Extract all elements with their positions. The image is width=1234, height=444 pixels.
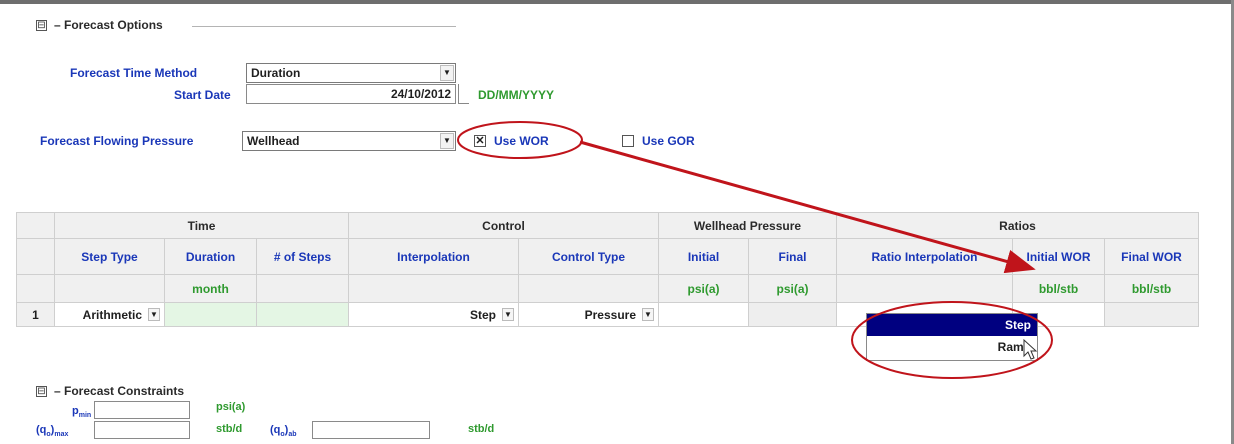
title-dash: – [54,18,65,32]
forecast-constraints-collapse-button[interactable]: ⊟ [36,386,47,397]
unit-duration: month [164,274,257,303]
row-header-blank [16,238,55,275]
use-wor-label[interactable]: Use WOR [494,134,549,148]
qo-max-label: (qo)max [36,424,68,438]
interpolation-value: Step [469,307,496,322]
step-type-value: Arithmetic [82,307,142,322]
cell-step-type[interactable]: Arithmetic ▼ [54,302,165,327]
qo-max-label-sub2: max [54,431,69,439]
qo-max-label-text: (q [36,424,47,436]
unit-initial-wor: bbl/stb [1012,274,1105,303]
group-header-ratios: Ratios [836,212,1199,239]
forecast-options-title: – Forecast Options [54,18,163,32]
col-header-initial-wor: Initial WOR [1012,238,1105,275]
cell-control-type[interactable]: Pressure ▼ [518,302,659,327]
dropdown-arrow-icon[interactable]: ▼ [440,133,454,149]
row-header-corner [16,212,55,239]
qo-max-unit: stb/d [216,423,243,435]
cell-final-pressure[interactable] [748,302,837,327]
unit-final-wor: bbl/stb [1104,274,1199,303]
date-picker-button[interactable] [458,84,469,104]
col-header-final-wor: Final WOR [1104,238,1199,275]
dropdown-option-step[interactable]: Step [867,314,1037,336]
forecast-flowing-pressure-combo[interactable]: Wellhead ▼ [242,131,456,151]
control-type-combo[interactable]: Pressure ▼ [519,304,658,326]
forecast-steps-grid: Time Control Wellhead Pressure Ratios St… [16,212,1199,327]
pmin-input[interactable] [94,401,190,419]
date-format-hint: DD/MM/YYYY [478,88,555,102]
qo-ab-label: (qo)ab [270,424,297,438]
qo-ab-label-sub2: ab [288,431,297,439]
forecast-options-collapse-button[interactable]: ⊟ [36,20,47,31]
cell-final-wor[interactable] [1104,302,1199,327]
forecast-constraints-title-text: Forecast Constraints [64,384,185,398]
pmin-unit: psi(a) [216,401,246,413]
control-type-value: Pressure [584,307,636,322]
row-index[interactable]: 1 [16,302,55,327]
forecast-options-divider [192,26,456,27]
forecast-time-method-combo[interactable]: Duration ▼ [246,63,456,83]
group-header-control: Control [348,212,659,239]
pmin-label: pmin [72,405,91,419]
ratio-interpolation-dropdown-list: Step Ramp [866,313,1038,361]
col-header-control-type: Control Type [518,238,659,275]
window-top-border [0,0,1234,4]
use-wor-checkbox[interactable]: ✕ [474,135,486,147]
forecast-constraints-title: – Forecast Constraints [54,384,184,398]
qo-ab-unit: stb/d [468,423,495,435]
row-header-blank [16,274,55,303]
col-header-interpolation: Interpolation [348,238,519,275]
forecast-options-title-text: Forecast Options [64,18,163,32]
col-header-ratio-interpolation: Ratio Interpolation [836,238,1013,275]
unit-initial: psi(a) [658,274,749,303]
forecast-flowing-pressure-value: Wellhead [247,134,300,148]
group-header-time: Time [54,212,349,239]
dropdown-arrow-icon[interactable]: ▼ [642,307,654,321]
pmin-label-sub: min [78,412,92,420]
unit-interpolation [348,274,519,303]
forecast-time-method-label: Forecast Time Method [70,66,198,80]
dropdown-arrow-icon[interactable]: ▼ [440,65,454,81]
dropdown-arrow-icon[interactable]: ▼ [148,307,160,321]
qo-max-input[interactable] [94,421,190,439]
unit-step-type [54,274,165,303]
unit-num-steps [256,274,349,303]
col-header-initial: Initial [658,238,749,275]
forecast-time-method-value: Duration [251,66,301,80]
unit-final: psi(a) [748,274,837,303]
unit-control-type [518,274,659,303]
group-header-wellhead-pressure: Wellhead Pressure [658,212,837,239]
start-date-input[interactable]: 24/10/2012 [246,84,456,104]
cell-num-steps[interactable] [256,302,349,327]
col-header-duration: Duration [164,238,257,275]
pmin-label-text: p [72,405,79,417]
forecast-flowing-pressure-label: Forecast Flowing Pressure [40,134,194,148]
title-dash: – [54,384,65,398]
interpolation-combo[interactable]: Step ▼ [349,304,518,326]
col-header-step-type: Step Type [54,238,165,275]
qo-ab-label-text: (q [270,424,281,436]
use-gor-checkbox[interactable] [622,135,634,147]
step-type-combo[interactable]: Arithmetic ▼ [55,304,164,326]
cell-duration[interactable] [164,302,257,327]
unit-ratio-interpolation [836,274,1013,303]
cell-interpolation[interactable]: Step ▼ [348,302,519,327]
qo-ab-input[interactable] [312,421,430,439]
dropdown-arrow-icon[interactable]: ▼ [502,307,514,321]
col-header-num-steps: # of Steps [256,238,349,275]
use-gor-label[interactable]: Use GOR [642,134,695,148]
start-date-label: Start Date [174,88,231,102]
cell-initial-pressure[interactable] [658,302,749,327]
col-header-final: Final [748,238,837,275]
dropdown-option-ramp[interactable]: Ramp [867,336,1037,358]
